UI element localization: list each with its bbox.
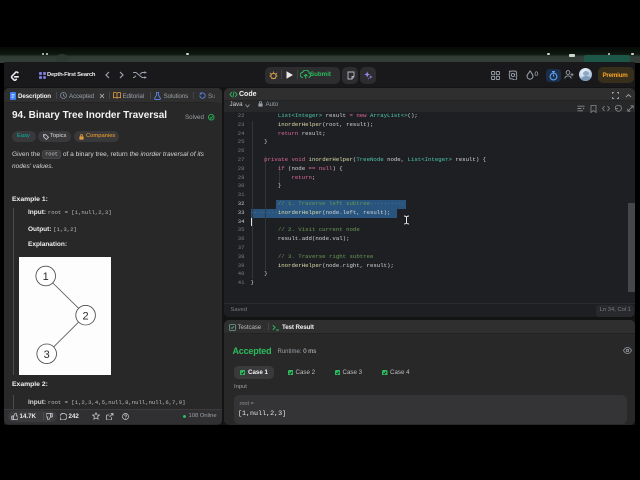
svg-text:2: 2: [82, 310, 88, 322]
svg-text:3: 3: [43, 349, 49, 361]
svg-text:1: 1: [42, 271, 48, 283]
